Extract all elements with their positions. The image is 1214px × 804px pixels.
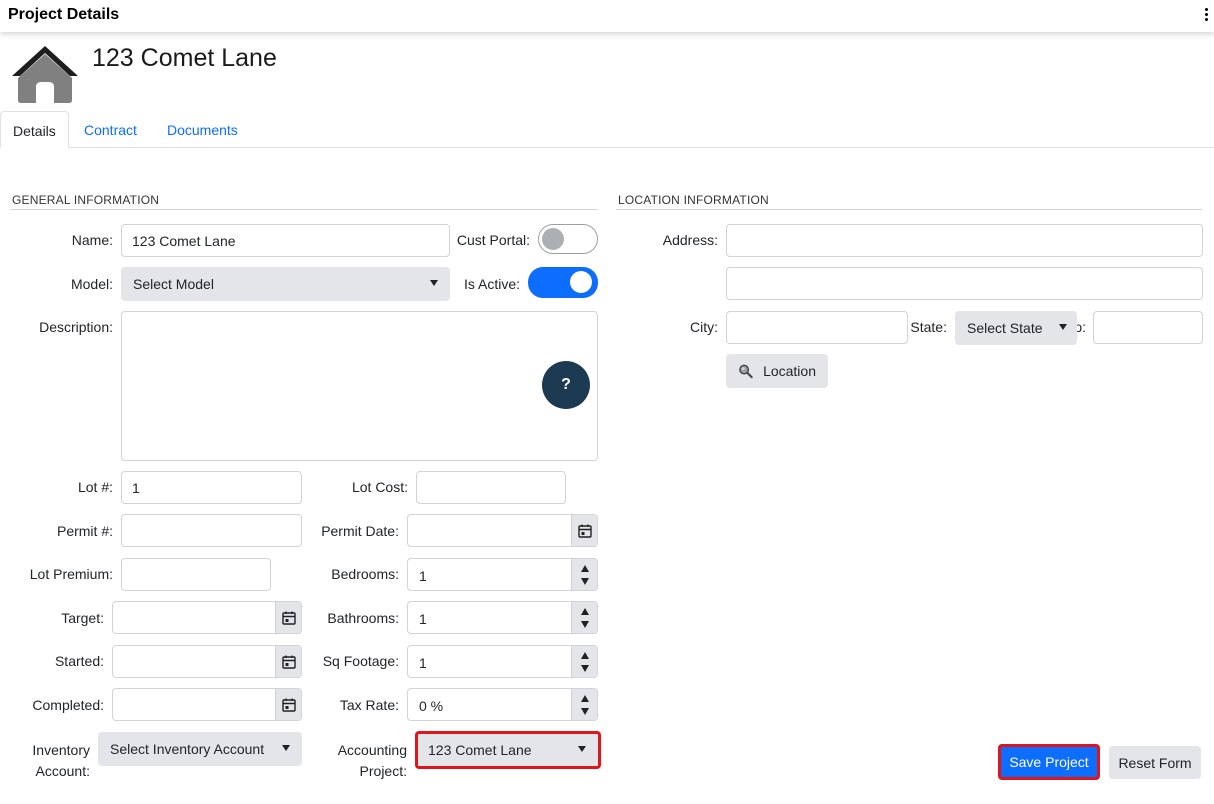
completed-date-input[interactable] bbox=[112, 688, 302, 721]
name-label: Name: bbox=[71, 232, 113, 248]
tax-rate-label: Tax Rate: bbox=[339, 697, 399, 713]
top-bar: Project Details bbox=[0, 0, 1214, 32]
calendar-icon[interactable] bbox=[275, 602, 301, 633]
spinner-arrows-icon[interactable] bbox=[571, 602, 597, 633]
bathrooms-stepper[interactable]: 1 bbox=[407, 601, 598, 634]
inventory-account-select[interactable]: Select Inventory Account bbox=[98, 732, 302, 766]
city-label: City: bbox=[690, 319, 718, 335]
bedrooms-value: 1 bbox=[419, 568, 427, 584]
started-date-input[interactable] bbox=[112, 645, 302, 678]
spinner-arrows-icon[interactable] bbox=[571, 689, 597, 720]
house-icon bbox=[12, 46, 78, 103]
permit-number-label: Permit #: bbox=[56, 523, 113, 539]
permit-date-input[interactable] bbox=[407, 514, 598, 547]
location-button-label: Location bbox=[763, 363, 816, 379]
permit-date-label: Permit Date: bbox=[321, 523, 399, 539]
lot-number-label: Lot #: bbox=[77, 479, 113, 495]
sq-footage-stepper[interactable]: 1 bbox=[407, 645, 598, 678]
bedrooms-stepper[interactable]: 1 bbox=[407, 558, 598, 591]
target-date-input[interactable] bbox=[112, 601, 302, 634]
sq-footage-label: Sq Footage: bbox=[322, 653, 399, 669]
calendar-icon[interactable] bbox=[275, 689, 301, 720]
state-select-value: Select State bbox=[967, 320, 1043, 336]
tab-documents[interactable]: Documents bbox=[155, 111, 250, 148]
save-project-button[interactable]: Save Project bbox=[998, 744, 1100, 780]
chevron-down-icon bbox=[430, 280, 438, 286]
chevron-down-icon bbox=[282, 745, 290, 751]
help-button[interactable]: ? bbox=[542, 361, 590, 409]
bathrooms-label: Bathrooms: bbox=[327, 610, 399, 626]
bathrooms-value: 1 bbox=[419, 611, 427, 627]
bedrooms-label: Bedrooms: bbox=[331, 566, 399, 582]
model-select[interactable]: Select Model bbox=[121, 267, 450, 301]
tab-contract[interactable]: Contract bbox=[72, 111, 149, 148]
city-input[interactable] bbox=[726, 311, 908, 344]
calendar-icon[interactable] bbox=[571, 515, 597, 546]
accounting-project-label: Accounting Project: bbox=[337, 742, 407, 779]
inventory-account-value: Select Inventory Account bbox=[110, 741, 265, 757]
is-active-toggle[interactable] bbox=[528, 267, 598, 298]
model-label: Model: bbox=[70, 276, 113, 292]
target-label: Target: bbox=[61, 610, 104, 626]
accounting-project-value: 123 Comet Lane bbox=[428, 742, 532, 758]
description-textarea[interactable] bbox=[121, 311, 598, 461]
location-section-title: LOCATION INFORMATION bbox=[618, 193, 769, 207]
lot-number-input[interactable]: 1 bbox=[121, 471, 302, 504]
lot-cost-label: Lot Cost: bbox=[351, 479, 408, 495]
inventory-account-label: Inventory Account: bbox=[32, 742, 90, 779]
address-line2-input[interactable] bbox=[726, 267, 1203, 300]
address-label: Address: bbox=[662, 232, 718, 248]
description-label: Description: bbox=[39, 319, 113, 335]
general-section-title: GENERAL INFORMATION bbox=[12, 193, 160, 207]
cust-portal-label: Cust Portal: bbox=[456, 232, 530, 248]
state-select[interactable]: Select State bbox=[955, 311, 1077, 345]
cust-portal-toggle[interactable] bbox=[538, 224, 598, 254]
zip-input[interactable] bbox=[1093, 311, 1203, 344]
sq-footage-value: 1 bbox=[419, 655, 427, 671]
permit-number-input[interactable] bbox=[121, 514, 302, 547]
lot-premium-label: Lot Premium: bbox=[29, 566, 113, 582]
lot-premium-input[interactable] bbox=[121, 558, 271, 591]
general-section-rule bbox=[10, 209, 598, 210]
page-title: Project Details bbox=[8, 6, 120, 23]
state-label: State: bbox=[910, 319, 947, 335]
tab-details[interactable]: Details bbox=[0, 111, 69, 148]
location-section-rule bbox=[616, 209, 1202, 210]
search-location-icon bbox=[739, 364, 753, 379]
address-line1-input[interactable] bbox=[726, 224, 1203, 257]
location-button[interactable]: Location bbox=[726, 354, 828, 388]
calendar-icon[interactable] bbox=[275, 646, 301, 677]
reset-form-button[interactable]: Reset Form bbox=[1109, 746, 1201, 779]
model-select-value: Select Model bbox=[133, 276, 214, 292]
tax-rate-value: 0 % bbox=[419, 698, 444, 714]
tax-rate-stepper[interactable]: 0 % bbox=[407, 688, 598, 721]
spinner-arrows-icon[interactable] bbox=[571, 559, 597, 590]
accounting-project-select[interactable]: 123 Comet Lane bbox=[415, 731, 601, 769]
lot-cost-input[interactable] bbox=[416, 471, 566, 504]
chevron-down-icon bbox=[1059, 324, 1067, 330]
spinner-arrows-icon[interactable] bbox=[571, 646, 597, 677]
kebab-menu-icon[interactable] bbox=[1204, 8, 1210, 22]
started-label: Started: bbox=[54, 653, 104, 669]
completed-label: Completed: bbox=[32, 697, 104, 713]
name-input[interactable]: 123 Comet Lane bbox=[121, 224, 450, 257]
is-active-label: Is Active: bbox=[463, 276, 520, 292]
chevron-down-icon bbox=[578, 746, 586, 752]
project-name: 123 Comet Lane bbox=[92, 44, 277, 72]
